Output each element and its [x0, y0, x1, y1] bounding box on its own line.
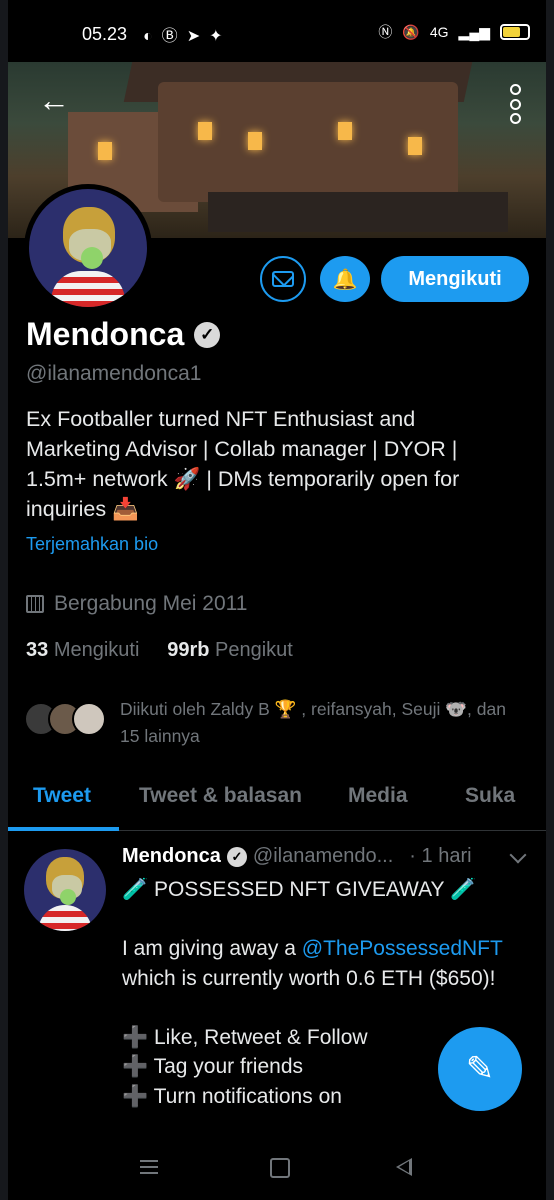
- tweet-header: Mendonca ✓ @ilanamendo... · 1 hari: [122, 845, 472, 868]
- b-icon: Ⓑ: [161, 28, 187, 45]
- home-icon[interactable]: [270, 1158, 290, 1178]
- avatar[interactable]: [24, 184, 152, 312]
- banner-window: [98, 142, 112, 160]
- tweet-line: which is currently worth 0.6 ETH ($650)!: [122, 966, 496, 990]
- notifications-button[interactable]: 🔔: [320, 256, 370, 302]
- join-date-text: Bergabung Mei 2011: [54, 592, 248, 615]
- nfc-icon: Ⓝ: [378, 24, 393, 40]
- profile-name-row: Mendonca ✓: [26, 316, 221, 353]
- battery-level: [503, 27, 520, 37]
- tweet-line: I am giving away a @ThePossessedNFT: [122, 937, 503, 960]
- message-button[interactable]: [260, 256, 306, 302]
- follow-stats: 33 Mengikuti 99rb Pengikut: [26, 639, 293, 662]
- verified-badge-icon: ✓: [226, 846, 247, 867]
- following-count: 33: [26, 639, 49, 661]
- tweet-time: · 1 hari: [409, 845, 472, 867]
- followers-count: 99rb: [167, 639, 210, 661]
- twitter-icon: ✦: [209, 28, 232, 45]
- tab-tweet-replies[interactable]: Tweet & balasan: [139, 784, 302, 808]
- bored-ape-avatar-image: [29, 189, 147, 307]
- mention-link[interactable]: @ThePossessedNFT: [302, 937, 503, 960]
- profile-tabs: Tweet Tweet & balasan Media Suka: [8, 770, 546, 831]
- notification-icons: ◐Ⓑ➤✦: [143, 22, 232, 46]
- mute-icon: 🔕: [402, 23, 420, 40]
- translate-bio-link[interactable]: Terjemahkan bio: [26, 534, 158, 555]
- followers-link[interactable]: 99rb Pengikut: [167, 639, 293, 661]
- following-label: Mengikuti: [53, 639, 140, 661]
- tab-likes[interactable]: Suka: [465, 784, 515, 808]
- tab-tweet[interactable]: Tweet: [33, 784, 91, 808]
- profile-handle: @ilanamendonca1: [26, 362, 202, 385]
- follower-avatar: [72, 702, 106, 736]
- verified-badge-icon: ✓: [194, 321, 221, 348]
- followed-by-text: Diikuti oleh Zaldy B 🏆 , reifansyah, Seu…: [120, 699, 506, 746]
- profile-name: Mendonca: [26, 316, 185, 352]
- network-label: 4G: [429, 24, 449, 40]
- telegram-icon: ➤: [186, 28, 210, 45]
- system-nav-bar: [8, 1140, 546, 1200]
- compose-tweet-button[interactable]: ✎: [438, 1027, 522, 1111]
- app-frame: 05.23 ◐Ⓑ➤✦ Ⓝ 🔕 4G ▂▄▆ ← 🔔 Mengikuti Mend…: [8, 0, 546, 1200]
- status-bar: 05.23 ◐Ⓑ➤✦ Ⓝ 🔕 4G ▂▄▆: [8, 0, 546, 62]
- back-arrow-icon[interactable]: ←: [38, 84, 70, 118]
- banner-window: [408, 137, 422, 155]
- following-link[interactable]: 33 Mengikuti: [26, 639, 139, 661]
- status-time: 05.23: [82, 24, 128, 44]
- banner-window: [338, 122, 352, 140]
- envelope-icon: [272, 271, 294, 287]
- back-triangle-icon[interactable]: [396, 1158, 412, 1176]
- banner-window: [248, 132, 262, 150]
- bell-check-icon: 🔔: [332, 268, 358, 291]
- system-icons: Ⓝ 🔕 4G ▂▄▆: [378, 22, 530, 42]
- more-options-icon[interactable]: [508, 84, 522, 124]
- discord-icon: ◐: [143, 28, 162, 45]
- recent-apps-icon[interactable]: [140, 1160, 158, 1174]
- following-button[interactable]: Mengikuti: [381, 256, 529, 302]
- profile-bio: Ex Footballer turned NFT Enthusiast and …: [26, 407, 460, 521]
- tweet-avatar[interactable]: [24, 849, 106, 931]
- tweet-line: 🧪 POSSESSED NFT GIVEAWAY 🧪: [122, 878, 477, 901]
- signal-icon: ▂▄▆: [458, 23, 490, 40]
- battery-icon: [500, 24, 530, 40]
- tweet-author-handle: @ilanamendo...: [252, 845, 394, 867]
- join-date: Bergabung Mei 2011: [26, 592, 247, 616]
- banner-window: [198, 122, 212, 140]
- followers-label: Pengikut: [215, 639, 293, 661]
- compose-feather-icon: ✎: [465, 1050, 495, 1088]
- chevron-down-icon[interactable]: [509, 846, 527, 864]
- tab-media[interactable]: Media: [348, 784, 408, 808]
- tweet-author-name: Mendonca: [122, 845, 221, 867]
- banner-dock: [208, 192, 508, 232]
- calendar-icon: [26, 595, 44, 613]
